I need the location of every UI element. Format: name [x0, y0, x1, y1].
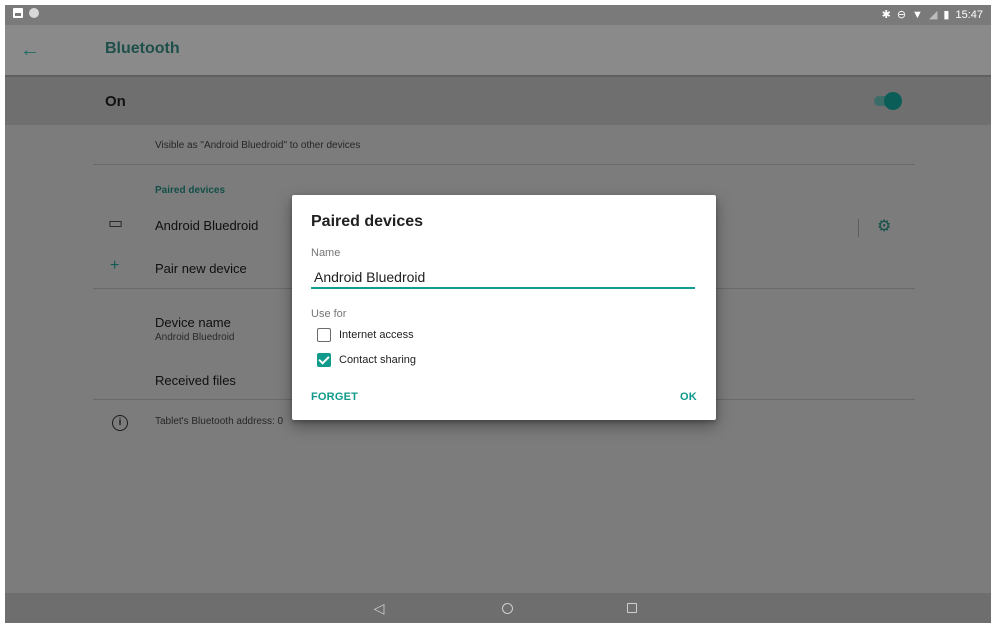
info-icon: i: [112, 415, 128, 431]
switch-thumb: [884, 92, 902, 110]
dialog-title: Paired devices: [311, 213, 424, 230]
contact-sharing-checkbox[interactable]: [317, 353, 331, 367]
internet-access-option[interactable]: Internet access: [317, 328, 414, 342]
nav-home-icon[interactable]: [497, 599, 517, 617]
nav-recents-icon[interactable]: [622, 599, 642, 617]
forget-button[interactable]: FORGET: [311, 391, 358, 403]
image-notification-icon: [13, 8, 23, 18]
toggle-label: On: [105, 93, 126, 110]
do-not-disturb-icon: ⊖: [896, 9, 907, 21]
laptop-icon: ▭: [108, 215, 124, 232]
device-name-input[interactable]: [311, 267, 695, 289]
internet-access-label: Internet access: [339, 329, 414, 341]
app-bar: ← Bluetooth: [5, 25, 991, 75]
signal-icon: ◢: [928, 9, 938, 21]
bluetooth-icon: ✱: [881, 9, 891, 21]
page-title: Bluetooth: [105, 40, 180, 57]
nav-back-icon[interactable]: ◁: [369, 599, 389, 617]
use-for-label: Use for: [311, 308, 347, 320]
divider: [93, 164, 915, 165]
back-arrow-icon[interactable]: ←: [17, 37, 43, 63]
notification-dot-icon: [29, 8, 39, 18]
plus-icon: +: [110, 257, 120, 274]
bluetooth-toggle-bar[interactable]: On: [5, 75, 991, 127]
wifi-icon: ▼: [912, 9, 923, 21]
tablet-screen: ✱ ⊖ ▼ ◢ ▮ 15:47 ← Bluetooth On Visible a…: [5, 5, 991, 623]
contact-sharing-label: Contact sharing: [339, 354, 417, 366]
vertical-separator: [858, 219, 859, 237]
gear-icon[interactable]: ⚙: [877, 219, 893, 235]
name-label: Name: [311, 247, 341, 259]
navigation-bar: ◁: [5, 593, 991, 623]
visible-as-text: Visible as "Android Bluedroid" to other …: [155, 140, 361, 151]
bluetooth-switch[interactable]: [874, 92, 902, 110]
contact-sharing-option[interactable]: Contact sharing: [317, 353, 416, 367]
internet-access-checkbox[interactable]: [317, 328, 331, 342]
battery-icon: ▮: [943, 9, 950, 21]
status-bar: ✱ ⊖ ▼ ◢ ▮ 15:47: [5, 5, 991, 25]
clock: 15:47: [955, 9, 983, 21]
paired-devices-dialog: Paired devices Name Use for Internet acc…: [292, 195, 716, 420]
ok-button[interactable]: OK: [680, 391, 697, 403]
